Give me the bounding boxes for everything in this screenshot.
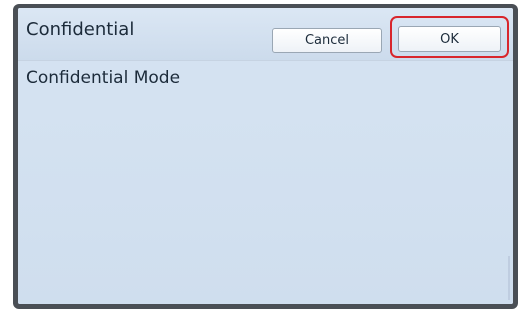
scrollbar[interactable]	[508, 256, 510, 300]
device-bezel: Confidential Cancel OK Confidential Mode	[13, 4, 518, 309]
cancel-button[interactable]: Cancel	[272, 28, 382, 53]
touch-screen: Confidential Cancel OK Confidential Mode	[18, 8, 513, 304]
dialog-header: Confidential Cancel OK	[18, 8, 513, 61]
ok-button[interactable]: OK	[398, 26, 501, 52]
confidential-mode-label: Confidential Mode	[26, 68, 181, 88]
dialog-title: Confidential	[26, 19, 135, 40]
dialog-content-area	[18, 104, 513, 304]
